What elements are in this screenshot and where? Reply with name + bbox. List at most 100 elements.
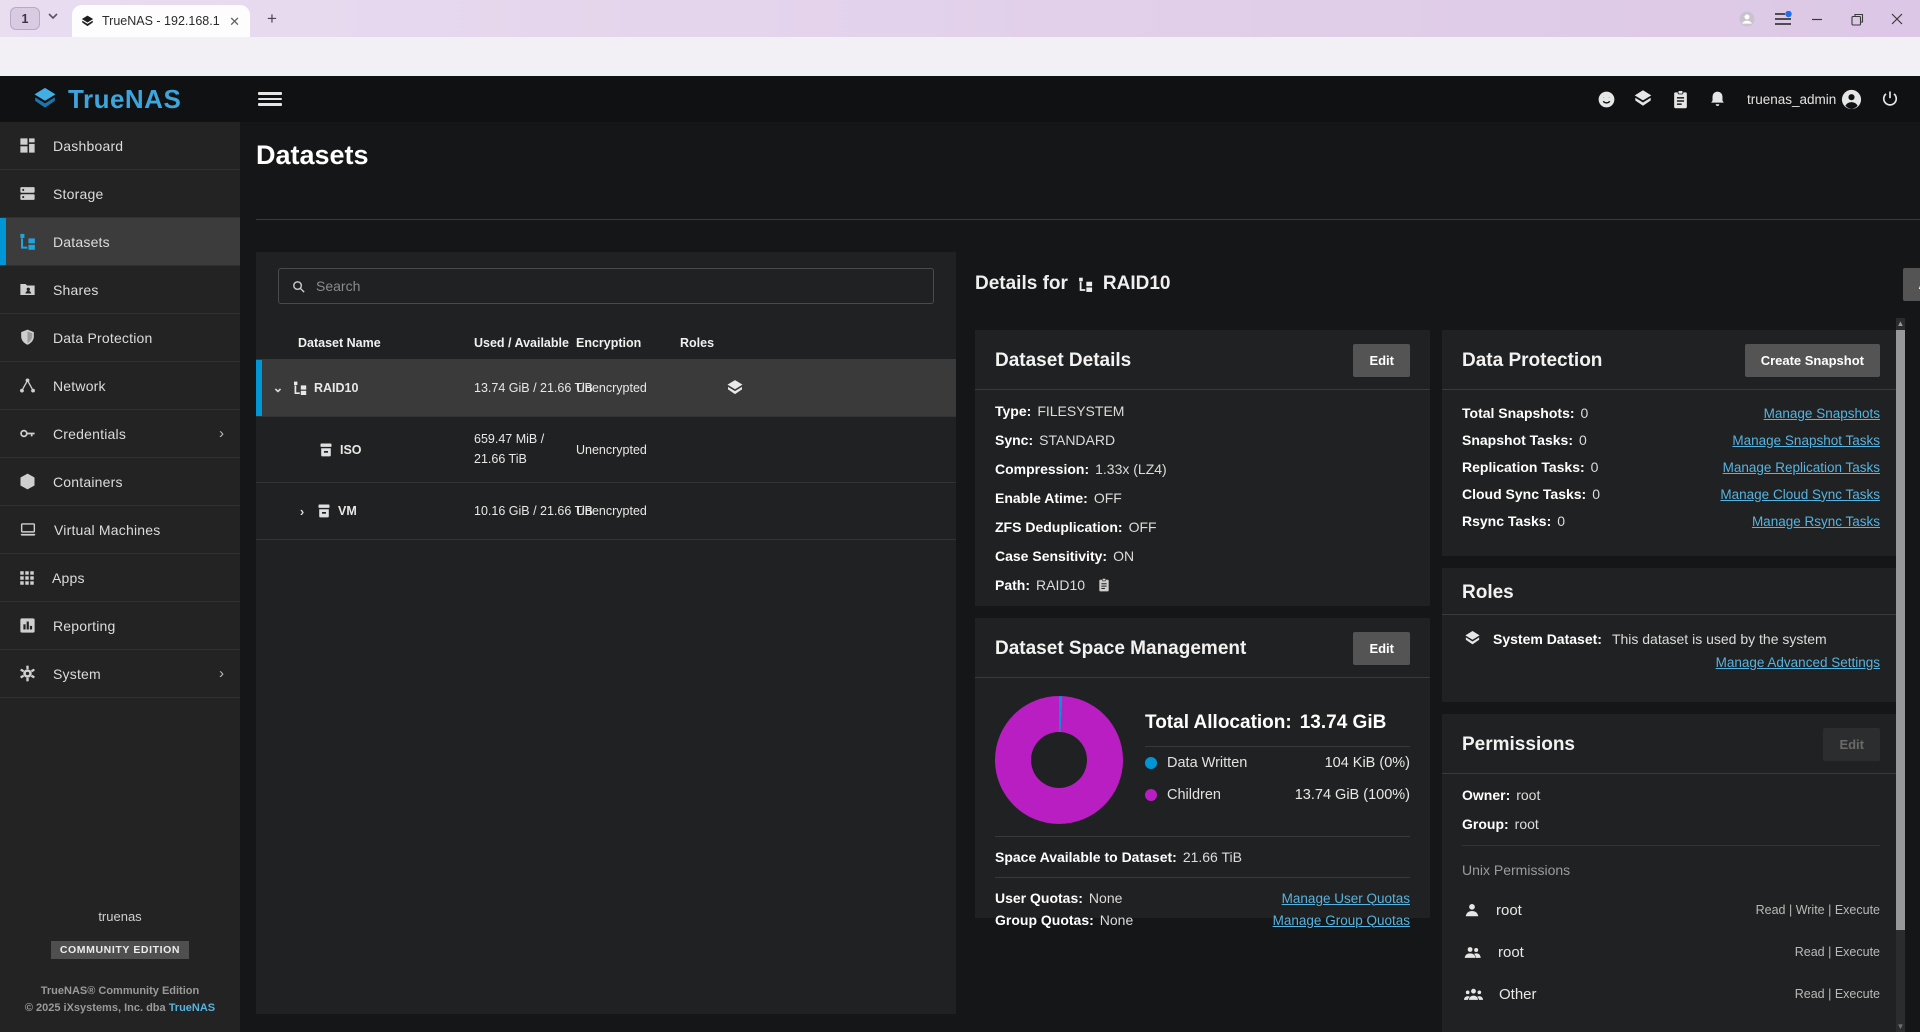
group-row: Group: root bbox=[1462, 816, 1539, 832]
sidebar-item-data-protection[interactable]: Data Protection bbox=[0, 314, 240, 362]
footer-copyright: © 2025 iXsystems, Inc. dba TrueNAS bbox=[24, 1002, 216, 1014]
truenas-status-icon[interactable] bbox=[1630, 87, 1656, 111]
dataset-icon bbox=[318, 504, 330, 518]
sidebar-item-label: Storage bbox=[53, 185, 104, 202]
browser-menu-icon[interactable] bbox=[1770, 8, 1796, 30]
roles-card: Roles System Dataset: This dataset is use… bbox=[1442, 568, 1900, 702]
manage-user-quotas-link[interactable]: Manage User Quotas bbox=[1282, 891, 1410, 906]
browser-tab[interactable]: TrueNAS - 192.168.1.50 ✕ bbox=[72, 5, 250, 37]
box-icon bbox=[20, 473, 35, 490]
manage-advanced-settings-link[interactable]: Manage Advanced Settings bbox=[1716, 655, 1880, 670]
new-tab-button[interactable]: + bbox=[262, 9, 282, 29]
card-title: Permissions bbox=[1462, 733, 1575, 755]
divider bbox=[1442, 773, 1900, 774]
scroll-up-icon[interactable]: ▲ bbox=[1896, 319, 1905, 328]
sidebar: Dashboard Storage Datasets Shares Data P… bbox=[0, 122, 240, 1032]
hostname: truenas bbox=[98, 909, 142, 924]
window-minimize-icon[interactable] bbox=[1804, 8, 1830, 30]
sidebar-item-containers[interactable]: Containers bbox=[0, 458, 240, 506]
sidenav-toggle-icon[interactable] bbox=[258, 89, 282, 109]
create-snapshot-button[interactable]: Create Snapshot bbox=[1744, 344, 1880, 377]
system-dataset-row: System Dataset: This dataset is used by t… bbox=[1442, 615, 1900, 648]
manage-snapshots-link[interactable]: Manage Snapshots bbox=[1764, 406, 1880, 421]
edit-permissions-button[interactable]: Edit bbox=[1823, 728, 1880, 761]
brand-name: TrueNAS bbox=[68, 83, 182, 114]
apps-icon bbox=[20, 570, 34, 585]
truenas-logo[interactable]: TrueNAS bbox=[30, 76, 181, 122]
window-restore-icon[interactable] bbox=[1844, 8, 1870, 30]
col-used-available[interactable]: Used / Available bbox=[474, 336, 576, 350]
legend-dot-data-written bbox=[1145, 756, 1157, 769]
unix-permissions-label: Unix Permissions bbox=[1462, 862, 1571, 878]
card-title: Dataset Space Management bbox=[995, 637, 1247, 659]
sidebar-item-apps[interactable]: Apps bbox=[0, 554, 240, 602]
sidebar-item-system[interactable]: System › bbox=[0, 650, 240, 698]
dataset-encryption: Unencrypted bbox=[576, 504, 647, 518]
copy-path-icon[interactable] bbox=[1097, 577, 1111, 593]
feedback-smiley-icon[interactable] bbox=[1593, 87, 1619, 111]
sidebar-item-label: Containers bbox=[53, 473, 123, 490]
reporting-icon bbox=[20, 618, 35, 633]
col-roles[interactable]: Roles bbox=[680, 336, 956, 350]
col-dataset-name[interactable]: Dataset Name bbox=[256, 336, 474, 350]
workspace-button[interactable]: 1 bbox=[10, 7, 40, 30]
sidebar-item-shares[interactable]: Shares bbox=[0, 266, 240, 314]
expand-chevron-icon[interactable]: › bbox=[294, 504, 310, 519]
manage-rsync-tasks-link[interactable]: Manage Rsync Tasks bbox=[1752, 514, 1880, 529]
dataset-row-vm[interactable]: › VM 10.16 GiB / 21.66 TiB Unencrypted bbox=[256, 483, 956, 540]
truenas-link[interactable]: TrueNAS bbox=[169, 1002, 215, 1014]
alerts-bell-icon[interactable] bbox=[1704, 87, 1730, 111]
vm-icon bbox=[20, 523, 36, 536]
divider bbox=[975, 389, 1430, 390]
sidebar-item-reporting[interactable]: Reporting bbox=[0, 602, 240, 650]
sidebar-item-datasets[interactable]: Datasets bbox=[0, 218, 240, 266]
manage-replication-tasks-link[interactable]: Manage Replication Tasks bbox=[1723, 460, 1880, 475]
sidebar-item-dashboard[interactable]: Dashboard bbox=[0, 122, 240, 170]
search-icon bbox=[293, 280, 305, 293]
manage-cloud-sync-tasks-link[interactable]: Manage Cloud Sync Tasks bbox=[1720, 487, 1880, 502]
manage-group-quotas-link[interactable]: Manage Group Quotas bbox=[1273, 913, 1410, 928]
page-title: Datasets bbox=[256, 140, 369, 170]
workspace-chevron-icon[interactable] bbox=[48, 13, 58, 20]
browser-profile-icon[interactable] bbox=[1734, 8, 1760, 30]
power-icon[interactable] bbox=[1877, 87, 1903, 111]
legend-dot-children bbox=[1145, 788, 1157, 801]
col-encryption[interactable]: Encryption bbox=[576, 336, 680, 350]
dashboard-icon bbox=[20, 138, 35, 153]
sidebar-item-label: Apps bbox=[52, 569, 85, 586]
sidebar-item-network[interactable]: Network bbox=[0, 362, 240, 410]
shares-icon bbox=[20, 283, 35, 296]
jobs-clipboard-icon[interactable] bbox=[1667, 87, 1693, 111]
sidebar-item-label: Data Protection bbox=[53, 329, 153, 346]
main-content: Datasets Dataset Name Used / Available E… bbox=[240, 122, 1920, 1032]
cloud-sync-tasks-row: Cloud Sync Tasks: 0 Manage Cloud Sync Task… bbox=[1462, 486, 1880, 502]
edit-dataset-details-button[interactable]: Edit bbox=[1353, 344, 1410, 377]
manage-snapshot-tasks-link[interactable]: Manage Snapshot Tasks bbox=[1732, 433, 1880, 448]
add-zvol-button[interactable]: Add Zvol bbox=[1902, 267, 1920, 301]
sidebar-item-storage[interactable]: Storage bbox=[0, 170, 240, 218]
sidebar-item-credentials[interactable]: Credentials › bbox=[0, 410, 240, 458]
dataset-search[interactable] bbox=[278, 268, 934, 304]
dataset-name: RAID10 bbox=[314, 381, 359, 395]
snapshots-row: Total Snapshots: 0 Manage Snapshots bbox=[1462, 405, 1880, 421]
tab-close-icon[interactable]: ✕ bbox=[227, 13, 242, 30]
dataset-row-raid10[interactable]: ⌄ RAID10 13.74 GiB / 21.66 TiB Unencrypt… bbox=[256, 360, 956, 417]
window-close-icon[interactable] bbox=[1884, 8, 1910, 30]
sidebar-item-label: Shares bbox=[53, 281, 99, 298]
tree-table-header: Dataset Name Used / Available Encryption… bbox=[256, 326, 956, 360]
user-quotas-row: User Quotas: None Manage User Quotas bbox=[995, 890, 1410, 906]
owner-row: Owner: root bbox=[1462, 787, 1541, 803]
sidebar-item-virtual-machines[interactable]: Virtual Machines bbox=[0, 506, 240, 554]
footer-product: TrueNAS® Community Edition bbox=[40, 985, 200, 997]
scrollbar-thumb[interactable] bbox=[1896, 330, 1905, 930]
details-scrollbar[interactable]: ▲ ▼ bbox=[1896, 318, 1905, 1032]
dataset-row-iso[interactable]: ISO 659.47 MiB /21.66 TiB Unencrypted bbox=[256, 417, 956, 483]
datasets-icon bbox=[20, 233, 35, 250]
dataset-search-input[interactable] bbox=[316, 278, 921, 294]
shield-icon bbox=[21, 329, 34, 345]
card-title: Roles bbox=[1462, 582, 1514, 603]
user-avatar-icon[interactable] bbox=[1838, 87, 1864, 111]
scroll-down-icon[interactable]: ▼ bbox=[1896, 1022, 1905, 1031]
edit-space-button[interactable]: Edit bbox=[1353, 632, 1410, 665]
collapse-chevron-icon[interactable]: ⌄ bbox=[270, 380, 286, 396]
